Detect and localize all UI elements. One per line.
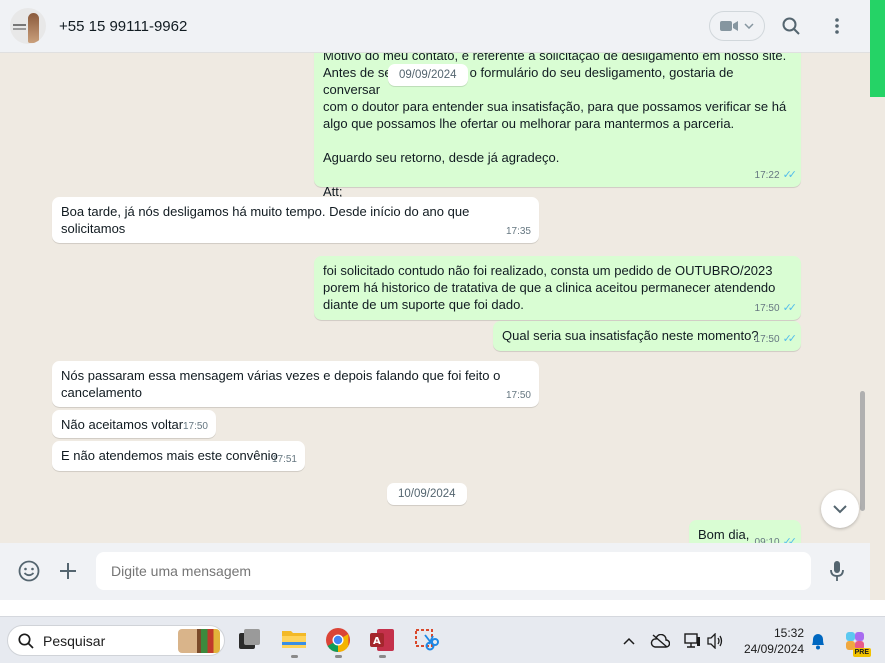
read-ticks-icon: ✓✓ [782, 302, 798, 314]
onedrive-tray[interactable] [650, 631, 670, 651]
search-icon [782, 17, 800, 35]
message-text: Qual seria sua insatisfação neste moment… [502, 328, 759, 343]
chrome-app[interactable] [325, 627, 351, 658]
date-chip: 10/09/2024 [387, 483, 467, 505]
windows-search-icon [18, 632, 34, 649]
message-time: 17:50 [754, 303, 780, 314]
scroll-to-bottom-button[interactable] [821, 490, 859, 528]
chrome-icon [326, 628, 350, 652]
clock-date: 24/09/2024 [743, 642, 804, 656]
attach-plus-icon [60, 563, 76, 579]
windows-taskbar: Pesquisar A 15:32 24/09/2024 PRE [0, 616, 885, 663]
message-meta: 17:50 ✓✓ [754, 300, 798, 317]
speaker-icon [707, 633, 723, 649]
volume-tray[interactable] [706, 631, 726, 651]
message-meta: 17:35 [506, 223, 531, 240]
window-edge-accent [870, 0, 885, 97]
chat-scrollbar[interactable] [860, 391, 865, 511]
message-time: 17:35 [505, 226, 531, 237]
read-ticks-icon: ✓✓ [782, 536, 798, 543]
composer-bar [0, 543, 870, 600]
chevron-down-icon [833, 504, 847, 513]
taskbar-search[interactable]: Pesquisar [7, 625, 225, 656]
message-meta: 09:10 ✓✓ [754, 534, 798, 543]
message-time: 09:10 [754, 537, 780, 543]
tray-overflow-button[interactable] [619, 631, 639, 651]
snipping-tool-app[interactable] [413, 627, 439, 653]
video-call-button[interactable] [709, 11, 765, 41]
network-icon [684, 633, 700, 648]
message-time: 17:50 [505, 390, 531, 401]
message-meta: 17:50 [506, 387, 531, 404]
video-call-icon [720, 21, 738, 31]
message-in[interactable]: Não aceitamos voltar 17:50 [52, 410, 216, 438]
notification-bell-icon [812, 634, 824, 650]
voice-message-button[interactable] [824, 558, 850, 584]
file-explorer-app[interactable] [281, 627, 307, 658]
message-time: 17:50 [754, 334, 780, 345]
read-ticks-icon: ✓✓ [782, 333, 798, 345]
message-text: E não atendemos mais este convênio [61, 448, 278, 463]
copilot-badge: PRE [852, 648, 871, 657]
emoji-icon [18, 560, 40, 582]
snipping-tool-icon [415, 629, 439, 651]
task-view-app[interactable] [238, 627, 264, 653]
message-in[interactable]: Nós passaram essa mensagem várias vezes … [52, 361, 539, 407]
contact-avatar[interactable] [10, 8, 46, 44]
access-icon: A [370, 629, 394, 651]
message-meta: 17:51 [272, 451, 297, 468]
access-app[interactable]: A [369, 627, 395, 658]
notification-button[interactable] [808, 631, 828, 651]
search-highlight-image [178, 629, 220, 653]
message-list[interactable]: Motivo do meu contato, é referente a sol… [0, 53, 870, 543]
message-text: Boa tarde, já nós desligamos há muito te… [61, 204, 470, 236]
emoji-button[interactable] [16, 558, 42, 584]
message-in[interactable]: Boa tarde, já nós desligamos há muito te… [52, 197, 539, 243]
attach-button[interactable] [55, 558, 81, 584]
taskbar-search-placeholder: Pesquisar [43, 632, 106, 649]
message-text: Nós passaram essa mensagem várias vezes … [61, 368, 501, 400]
menu-icon [835, 18, 839, 34]
chevron-up-icon [623, 637, 635, 645]
contact-name[interactable]: +55 15 99111-9962 [59, 18, 187, 35]
message-meta: 17:50 ✓✓ [754, 331, 798, 348]
taskbar-clock[interactable]: 15:32 24/09/2024 [738, 625, 804, 657]
message-time: 17:51 [271, 454, 297, 465]
read-ticks-icon: ✓✓ [782, 169, 798, 181]
window-bottom-edge [0, 600, 885, 616]
message-in[interactable]: E não atendemos mais este convênio 17:51 [52, 441, 305, 471]
svg-text:A: A [373, 636, 381, 647]
cloud-offline-icon [650, 634, 670, 648]
date-chip: 09/09/2024 [388, 64, 468, 86]
chevron-down-icon [744, 23, 754, 29]
search-button[interactable] [778, 13, 804, 39]
message-out[interactable]: Qual seria sua insatisfação neste moment… [493, 321, 801, 351]
clock-time: 15:32 [773, 626, 804, 640]
mic-icon [830, 561, 844, 581]
folder-icon [282, 631, 306, 648]
network-tray[interactable] [682, 631, 702, 651]
message-meta: 17:50 [183, 418, 208, 435]
message-time: 17:22 [754, 170, 780, 181]
copilot-button[interactable]: PRE [843, 629, 871, 657]
message-out[interactable]: foi solicitado contudo não foi realizado… [314, 256, 801, 320]
menu-button[interactable] [824, 13, 850, 39]
message-time: 17:50 [182, 421, 208, 432]
message-text: foi solicitado contudo não foi realizado… [323, 263, 776, 312]
message-input[interactable] [96, 552, 811, 590]
message-out[interactable]: Bom dia, 09:10 ✓✓ [689, 520, 801, 543]
message-meta: 17:22 ✓✓ [754, 167, 798, 184]
